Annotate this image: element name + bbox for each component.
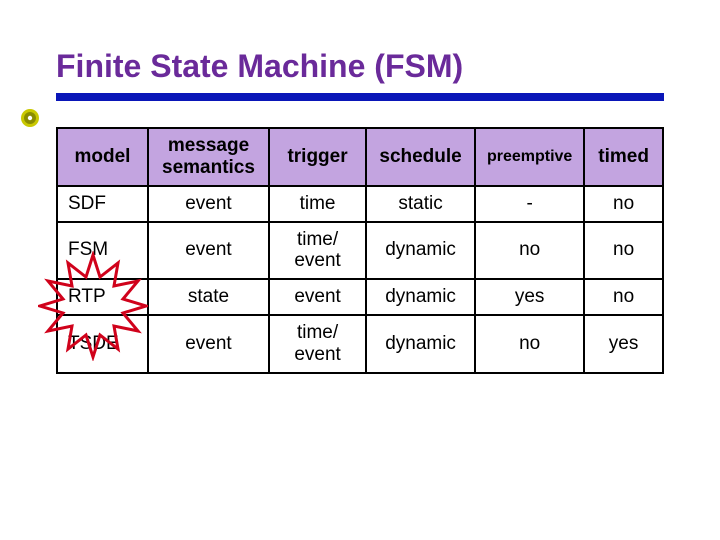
cell-model: TSDE xyxy=(57,315,148,373)
cell-schedule: dynamic xyxy=(366,279,475,315)
cell-timed: no xyxy=(584,186,663,222)
table-row: FSM event time/event dynamic no no xyxy=(57,222,663,280)
cell-preemptive: - xyxy=(475,186,584,222)
cell-message-semantics: event xyxy=(148,222,269,280)
cell-timed: no xyxy=(584,222,663,280)
cell-schedule: dynamic xyxy=(366,315,475,373)
table-row: SDF event time static - no xyxy=(57,186,663,222)
cell-schedule: dynamic xyxy=(366,222,475,280)
cell-preemptive: no xyxy=(475,315,584,373)
cell-trigger: time xyxy=(269,186,366,222)
table-row: TSDE event time/event dynamic no yes xyxy=(57,315,663,373)
cell-model: SDF xyxy=(57,186,148,222)
cell-model: RTP xyxy=(57,279,148,315)
cell-timed: yes xyxy=(584,315,663,373)
cell-trigger: time/event xyxy=(269,222,366,280)
th-preemptive: preemptive xyxy=(475,128,584,186)
cell-trigger: time/event xyxy=(269,315,366,373)
comparison-table: model messagesemantics trigger schedule … xyxy=(56,127,664,374)
slide-title: Finite State Machine (FSM) xyxy=(56,48,664,85)
th-schedule: schedule xyxy=(366,128,475,186)
th-model: model xyxy=(57,128,148,186)
cell-model: FSM xyxy=(57,222,148,280)
table-row: RTP state event dynamic yes no xyxy=(57,279,663,315)
cell-message-semantics: state xyxy=(148,279,269,315)
th-timed: timed xyxy=(584,128,663,186)
cell-timed: no xyxy=(584,279,663,315)
cell-trigger: event xyxy=(269,279,366,315)
th-trigger: trigger xyxy=(269,128,366,186)
cell-schedule: static xyxy=(366,186,475,222)
table-header-row: model messagesemantics trigger schedule … xyxy=(57,128,663,186)
cell-message-semantics: event xyxy=(148,186,269,222)
cell-preemptive: no xyxy=(475,222,584,280)
cell-message-semantics: event xyxy=(148,315,269,373)
bullet-icon xyxy=(20,108,40,128)
title-underline xyxy=(56,93,664,101)
th-message-semantics: messagesemantics xyxy=(148,128,269,186)
cell-preemptive: yes xyxy=(475,279,584,315)
